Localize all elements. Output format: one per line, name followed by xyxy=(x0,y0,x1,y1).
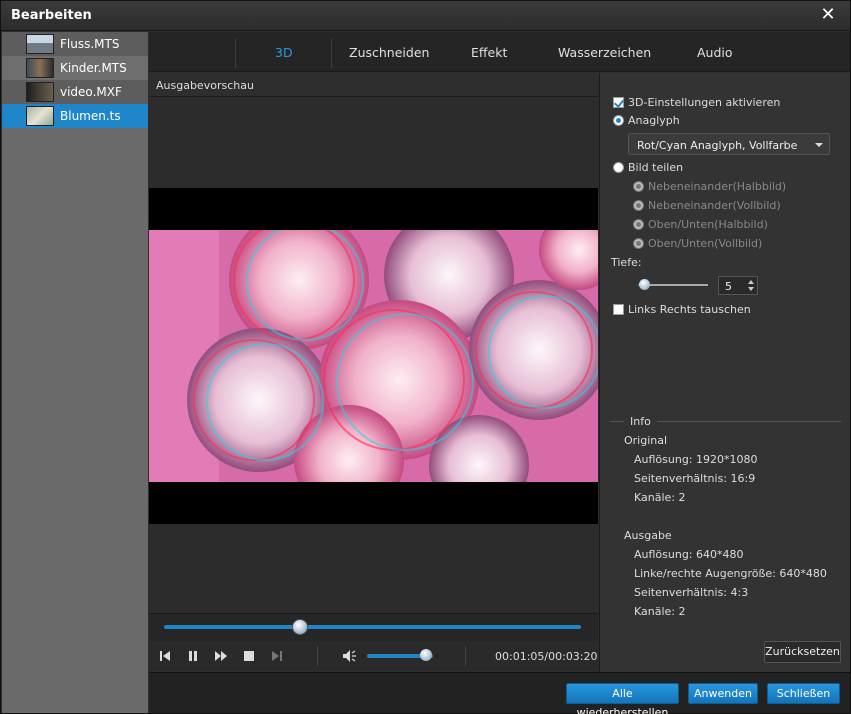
restore-all-button[interactable]: Alle wiederherstellen xyxy=(566,683,679,714)
depth-label: Tiefe: xyxy=(611,256,642,269)
split-option-radio[interactable] xyxy=(633,238,644,249)
stop-icon[interactable] xyxy=(241,648,257,664)
split-option-label: Oben/Unten(Halbbild) xyxy=(648,218,768,231)
tab-divider xyxy=(235,38,236,68)
close-icon[interactable]: ✕ xyxy=(818,5,838,25)
file-item-video[interactable]: video.MXF xyxy=(2,80,148,104)
file-name: video.MXF xyxy=(60,85,122,99)
file-thumbnail xyxy=(26,34,54,54)
control-divider xyxy=(317,646,318,666)
file-name: Blumen.ts xyxy=(60,109,121,123)
split-option-radio[interactable] xyxy=(633,200,644,211)
video-frame xyxy=(149,230,598,482)
file-thumbnail xyxy=(26,106,54,126)
seekbar[interactable] xyxy=(149,613,598,641)
file-thumbnail xyxy=(26,82,54,102)
reset-button[interactable]: Zurücksetzen xyxy=(764,641,841,663)
settings-panel: 3D-Einstellungen aktivieren Anaglyph Rot… xyxy=(599,73,850,672)
control-divider xyxy=(465,646,466,666)
skip-forward-icon[interactable] xyxy=(269,648,285,664)
stepper-up-icon[interactable] xyxy=(748,280,754,284)
tab-audio[interactable]: Audio xyxy=(697,45,733,60)
stepper-down-icon[interactable] xyxy=(748,287,754,291)
original-aspect: Seitenverhältnis: 16:9 xyxy=(634,472,756,485)
original-resolution: Auflösung: 1920*1080 xyxy=(634,453,758,466)
enable-3d-checkbox[interactable] xyxy=(613,97,624,108)
split-radio[interactable] xyxy=(613,162,624,173)
depth-stepper[interactable]: 5 xyxy=(718,276,758,295)
bottom-bar: Alle wiederherstellen Anwenden Schließen xyxy=(149,672,850,714)
tab-bar: 3D Zuschneiden Effekt Wasserzeichen Audi… xyxy=(149,32,850,72)
file-item-fluss[interactable]: Fluss.MTS xyxy=(2,32,148,56)
edit-dialog: Bearbeiten ✕ Fluss.MTS Kinder.MTS video.… xyxy=(0,0,851,714)
preview-header: Ausgabevorschau xyxy=(149,73,598,97)
file-item-kinder[interactable]: Kinder.MTS xyxy=(2,56,148,80)
file-list: Fluss.MTS Kinder.MTS video.MXF Blumen.ts xyxy=(2,32,148,713)
original-label: Original xyxy=(624,434,668,447)
anaglyph-mode-value: Rot/Cyan Anaglyph, Vollfarbe xyxy=(637,139,798,152)
enable-3d-label: 3D-Einstellungen aktivieren xyxy=(628,96,781,109)
title-bar: Bearbeiten ✕ xyxy=(1,1,850,31)
output-channels: Kanäle: 2 xyxy=(634,605,686,618)
output-aspect: Seitenverhältnis: 4:3 xyxy=(634,586,749,599)
depth-value: 5 xyxy=(725,280,732,293)
split-option-label: Oben/Unten(Vollbild) xyxy=(648,237,763,250)
tab-3d[interactable]: 3D xyxy=(275,45,293,60)
info-title: Info xyxy=(624,415,657,428)
window-title: Bearbeiten xyxy=(11,8,92,23)
volume-icon[interactable] xyxy=(341,648,357,664)
fast-forward-icon[interactable] xyxy=(213,648,229,664)
split-option-radio[interactable] xyxy=(633,219,644,230)
close-button[interactable]: Schließen xyxy=(767,683,840,704)
swap-checkbox[interactable] xyxy=(613,304,624,315)
file-name: Kinder.MTS xyxy=(60,61,127,75)
anaglyph-mode-select[interactable]: Rot/Cyan Anaglyph, Vollfarbe xyxy=(628,133,830,155)
output-eye-size: Linke/rechte Augengröße: 640*480 xyxy=(634,567,827,580)
player-controls: 00:01:05/00:03:20 xyxy=(149,641,598,671)
file-item-blumen[interactable]: Blumen.ts xyxy=(2,104,148,128)
tab-wasserzeichen[interactable]: Wasserzeichen xyxy=(558,45,651,60)
split-label: Bild teilen xyxy=(628,161,684,174)
preview-label: Ausgabevorschau xyxy=(156,79,254,92)
file-name: Fluss.MTS xyxy=(60,37,120,51)
apply-button[interactable]: Anwenden xyxy=(688,683,758,704)
depth-thumb[interactable] xyxy=(639,279,650,290)
time-display: 00:01:05/00:03:20 xyxy=(495,650,598,663)
tab-divider xyxy=(331,38,332,68)
pause-icon[interactable] xyxy=(185,648,201,664)
chevron-down-icon xyxy=(815,143,823,147)
tab-zuschneiden[interactable]: Zuschneiden xyxy=(349,45,429,60)
output-label: Ausgabe xyxy=(624,529,672,542)
anaglyph-radio[interactable] xyxy=(613,115,624,126)
output-resolution: Auflösung: 640*480 xyxy=(634,548,744,561)
split-option-radio[interactable] xyxy=(633,181,644,192)
original-channels: Kanäle: 2 xyxy=(634,491,686,504)
swap-label: Links Rechts tauschen xyxy=(628,303,751,316)
volume-thumb[interactable] xyxy=(420,649,433,661)
preview-area xyxy=(149,98,598,613)
anaglyph-label: Anaglyph xyxy=(628,114,680,127)
skip-back-icon[interactable] xyxy=(157,648,173,664)
tab-effekt[interactable]: Effekt xyxy=(471,45,507,60)
anaglyph-flowers-image xyxy=(149,230,598,482)
seek-thumb[interactable] xyxy=(291,619,308,635)
file-thumbnail xyxy=(26,58,54,78)
seek-track[interactable] xyxy=(164,625,581,629)
split-option-label: Nebeneinander(Vollbild) xyxy=(648,199,781,212)
split-option-label: Nebeneinander(Halbbild) xyxy=(648,180,787,193)
